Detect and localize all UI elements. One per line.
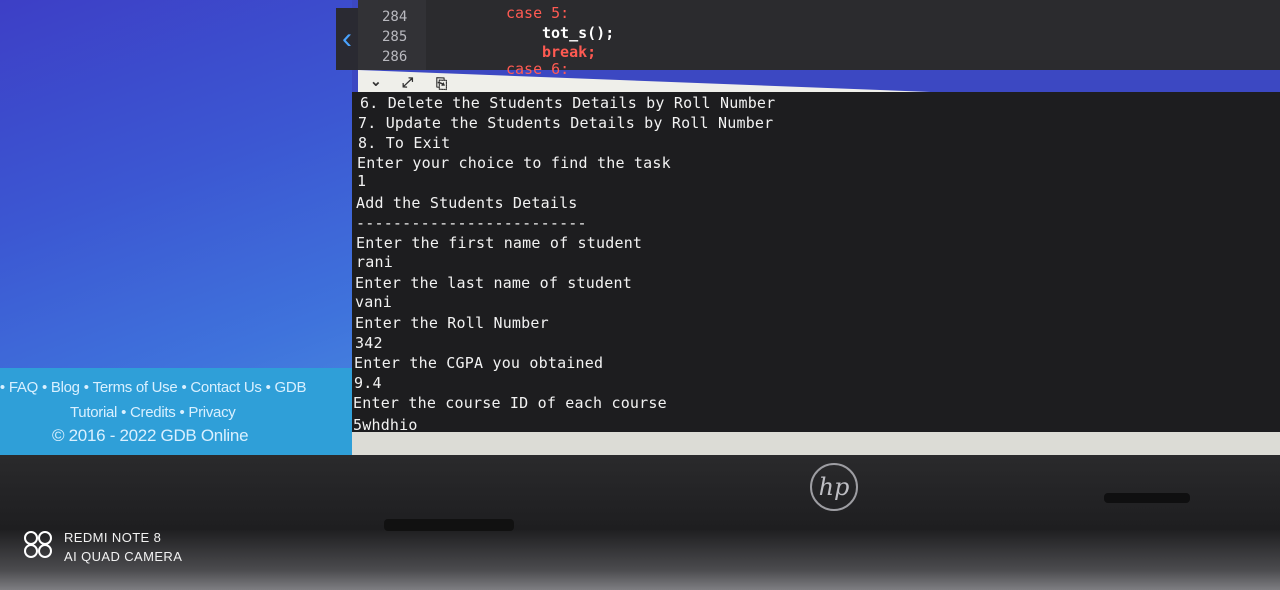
console-line: Add the Students Details [356,194,578,212]
console-line: rani [356,253,393,271]
line-number-gutter: 284 285 286 [358,0,426,70]
code-editor[interactable]: 284 285 286 case 5: tot_s(); break; case… [358,0,1280,78]
gdb-left-panel: t•FAQ•Blog•Terms of Use•Contact Us•GDB T… [0,0,352,455]
laptop-bezel: hp [0,455,1280,590]
camera-lens-icon [24,531,54,558]
footer-link-terms[interactable]: Terms of Use [93,379,178,396]
footer-copyright: © 2016 - 2022 GDB Online [52,426,249,445]
code-value: 6: [551,60,570,78]
bezel-slot [384,519,514,531]
console-line: 9.4 [354,374,382,392]
bezel-slot [1104,493,1190,503]
console-line: 1 [357,172,367,190]
code-line: tot_s(); [542,24,615,42]
footer-link-tutorial[interactable]: Tutorial [70,404,117,421]
line-number: 285 [382,29,408,45]
footer-link-blog[interactable]: Blog [51,379,80,396]
copy-icon[interactable]: ⎘ [436,75,447,92]
footer-link-faq[interactable]: FAQ [9,379,38,396]
watermark-model: REDMI NOTE 8 [64,530,162,545]
footer-link-credits[interactable]: Credits [130,404,176,421]
footer-link-gdb[interactable]: GDB [275,379,307,396]
hp-logo: hp [810,463,858,511]
console-line: ------------------------- [356,214,587,232]
console-line: 7. Update the Students Details by Roll N… [358,114,774,132]
footer-link-privacy[interactable]: Privacy [188,404,235,421]
laptop-screen: t•FAQ•Blog•Terms of Use•Contact Us•GDB T… [0,0,1280,455]
console-line: 342 [355,334,383,352]
console-output[interactable]: 6. Delete the Students Details by Roll N… [352,92,1280,434]
footer-link-contact[interactable]: Contact Us [190,379,262,396]
code-keyword: case [506,4,543,22]
footer-links-row-2: Tutorial • Credits • Privacy [70,404,236,421]
console-line: Enter the course ID of each course [353,394,667,412]
site-footer: t•FAQ•Blog•Terms of Use•Contact Us•GDB T… [0,368,352,455]
expand-icon[interactable]: ⤢ [402,74,413,91]
console-line: Enter the last name of student [355,274,632,292]
console-line: Enter the Roll Number [355,314,549,332]
collapse-panel-chevron-icon[interactable]: ‹ [336,8,358,70]
code-line: case 5: [506,4,569,22]
console-line: 6. Delete the Students Details by Roll N… [360,94,776,112]
console-bottom-bar [352,432,1280,455]
line-number: 284 [382,9,408,25]
code-value: 5: [551,4,570,22]
chevron-down-icon[interactable]: ⌄ [370,72,382,89]
code-line: break; [542,43,597,61]
console-line: Enter the first name of student [356,234,643,252]
console-line: Enter your choice to find the task [357,154,671,172]
console-line: vani [355,293,392,311]
footer-links-row-1: t•FAQ•Blog•Terms of Use•Contact Us•GDB [0,379,307,396]
watermark-camera: AI QUAD CAMERA [64,549,183,564]
console-line: 8. To Exit [358,134,451,152]
line-number: 286 [382,49,408,65]
console-line: Enter the CGPA you obtained [354,354,604,372]
